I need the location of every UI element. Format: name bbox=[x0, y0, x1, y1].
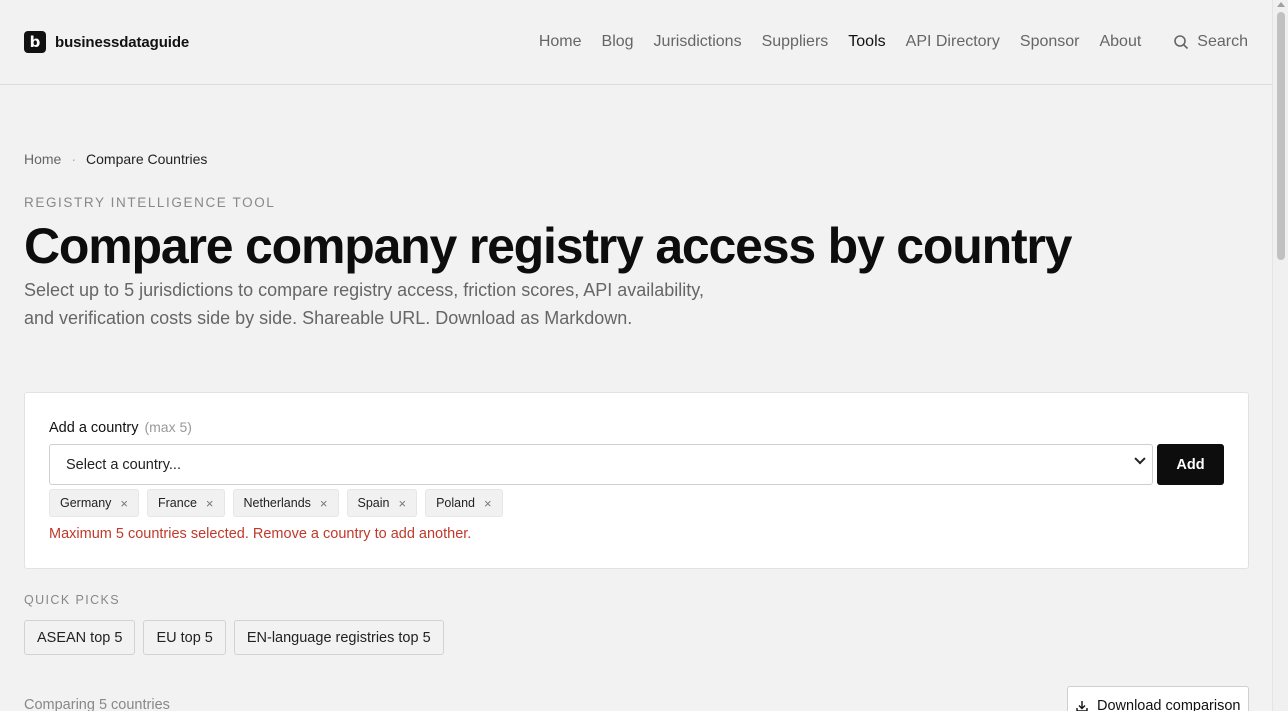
quick-pick-en-language[interactable]: EN-language registries top 5 bbox=[233, 620, 444, 655]
page-eyebrow: REGISTRY INTELLIGENCE TOOL bbox=[24, 195, 276, 210]
selected-countries: Germany × France × Netherlands × Spain ×… bbox=[49, 489, 503, 517]
quick-pick-eu[interactable]: EU top 5 bbox=[143, 620, 226, 655]
country-chip-netherlands: Netherlands × bbox=[232, 489, 339, 517]
chip-label: Netherlands bbox=[243, 496, 311, 510]
nav-about[interactable]: About bbox=[1099, 33, 1141, 51]
close-icon[interactable]: × bbox=[320, 496, 328, 511]
nav-blog[interactable]: Blog bbox=[602, 33, 634, 51]
chip-label: Germany bbox=[60, 496, 112, 510]
logo-mark: b bbox=[24, 31, 46, 53]
country-selector-card: Add a country (max 5) Select a country...… bbox=[24, 392, 1249, 569]
country-chip-germany: Germany × bbox=[49, 489, 139, 517]
country-chip-spain: Spain × bbox=[346, 489, 418, 517]
site-header: b businessdataguide Home Blog Jurisdicti… bbox=[0, 0, 1272, 85]
scroll-up-arrow-icon[interactable] bbox=[1277, 2, 1285, 7]
country-chip-france: France × bbox=[147, 489, 225, 517]
max-hint: (max 5) bbox=[144, 419, 192, 435]
chevron-down-icon bbox=[1134, 453, 1146, 465]
search-label: Search bbox=[1197, 33, 1248, 50]
country-select-value: Select a country... bbox=[66, 456, 181, 473]
page-scrollbar[interactable] bbox=[1272, 0, 1288, 711]
quick-picks-label: QUICK PICKS bbox=[24, 593, 120, 607]
download-comparison-button[interactable]: Download comparison bbox=[1067, 686, 1249, 711]
nav-sponsor[interactable]: Sponsor bbox=[1020, 33, 1080, 51]
comparing-count: Comparing 5 countries bbox=[24, 697, 170, 711]
scroll-thumb[interactable] bbox=[1277, 12, 1285, 260]
close-icon[interactable]: × bbox=[206, 496, 214, 511]
nav-api-directory[interactable]: API Directory bbox=[906, 33, 1000, 51]
max-countries-error: Maximum 5 countries selected. Remove a c… bbox=[49, 526, 472, 542]
breadcrumb: Home · Compare Countries bbox=[24, 151, 207, 167]
search-button[interactable]: Search bbox=[1173, 33, 1248, 51]
nav-jurisdictions[interactable]: Jurisdictions bbox=[654, 33, 742, 51]
breadcrumb-home[interactable]: Home bbox=[24, 151, 61, 167]
nav-suppliers[interactable]: Suppliers bbox=[762, 33, 829, 51]
close-icon[interactable]: × bbox=[398, 496, 406, 511]
nav-tools[interactable]: Tools bbox=[848, 33, 885, 51]
page-subtitle: Select up to 5 jurisdictions to compare … bbox=[24, 280, 704, 328]
breadcrumb-current: Compare Countries bbox=[86, 151, 208, 167]
country-chip-poland: Poland × bbox=[425, 489, 503, 517]
download-label: Download comparison bbox=[1097, 698, 1241, 711]
site-logo[interactable]: b businessdataguide bbox=[24, 31, 189, 53]
quick-picks: ASEAN top 5 EU top 5 EN-language registr… bbox=[24, 620, 444, 655]
chip-label: Spain bbox=[357, 496, 390, 510]
main-nav: Home Blog Jurisdictions Suppliers Tools … bbox=[519, 33, 1248, 51]
close-icon[interactable]: × bbox=[120, 496, 128, 511]
chip-label: Poland bbox=[436, 496, 476, 510]
breadcrumb-separator: · bbox=[71, 151, 77, 167]
nav-home[interactable]: Home bbox=[539, 33, 582, 51]
page-title: Compare company registry access by count… bbox=[24, 218, 1072, 274]
add-country-label-text: Add a country bbox=[49, 420, 139, 436]
close-icon[interactable]: × bbox=[484, 496, 492, 511]
quick-pick-asean[interactable]: ASEAN top 5 bbox=[24, 620, 136, 655]
add-country-label: Add a country (max 5) bbox=[49, 419, 192, 436]
add-country-button[interactable]: Add bbox=[1157, 444, 1224, 485]
chip-label: France bbox=[158, 496, 197, 510]
logo-text: businessdataguide bbox=[55, 33, 190, 51]
country-select[interactable]: Select a country... bbox=[49, 444, 1153, 485]
search-icon bbox=[1174, 35, 1189, 50]
download-icon bbox=[1076, 701, 1088, 711]
